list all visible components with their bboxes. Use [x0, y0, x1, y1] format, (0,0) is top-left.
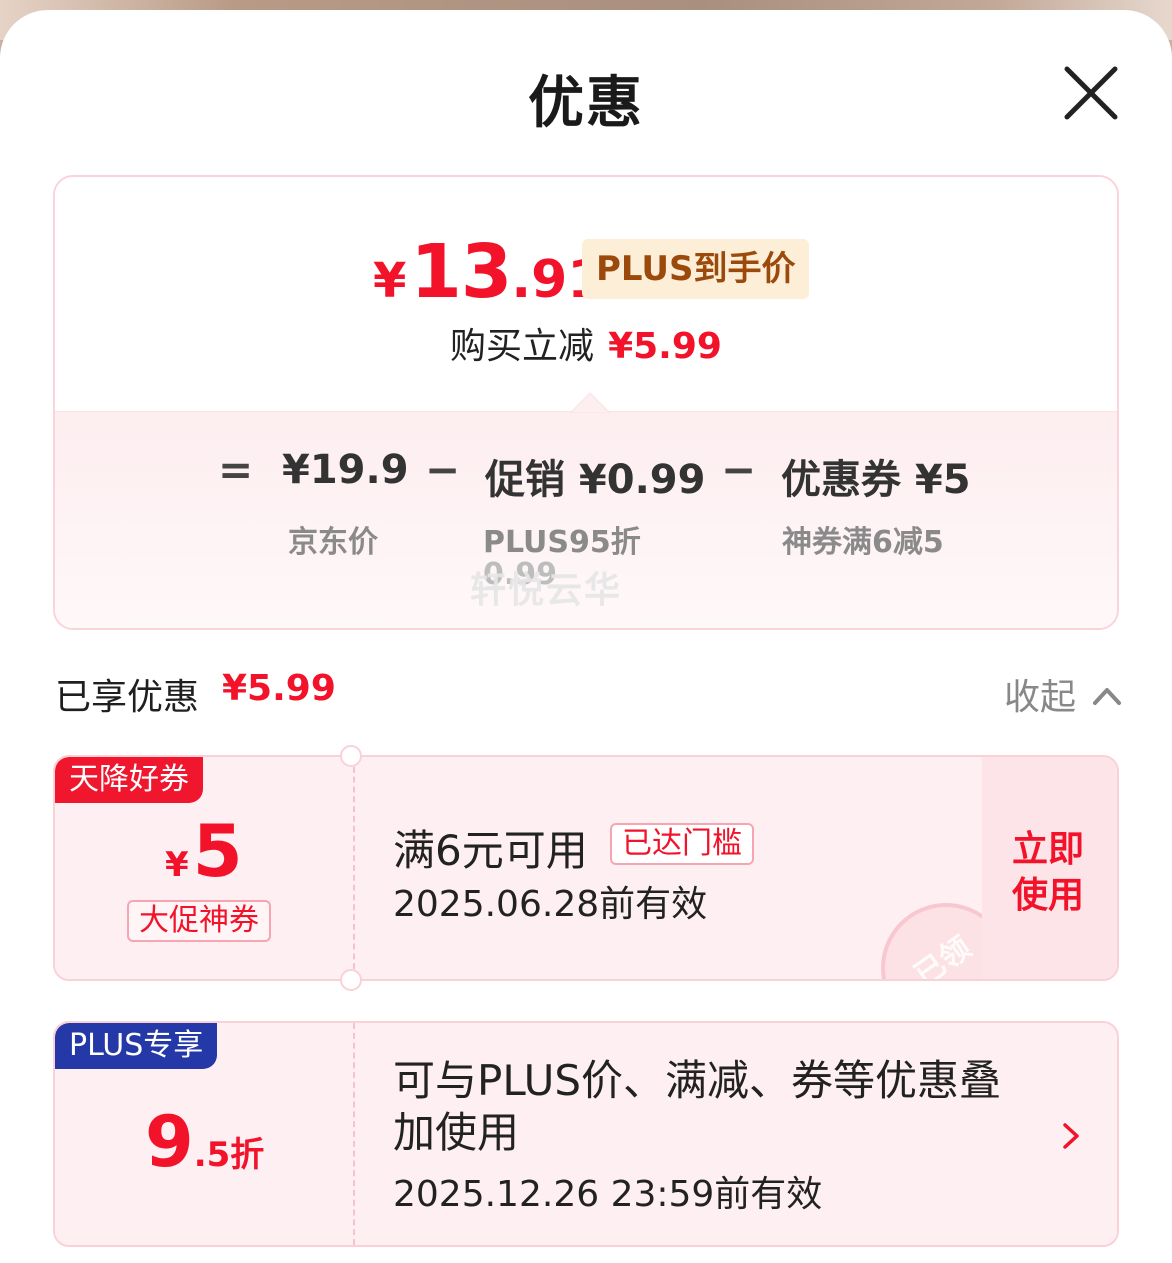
price-summary-card: ¥ 13 .91 PLUS到手价 购买立减 ¥5.99 = ¥19.9 京东价 −…	[53, 175, 1119, 630]
plus-exclusive-tag: PLUS专享	[55, 1023, 218, 1069]
coupon-amount: ¥ 5	[165, 809, 243, 893]
chevron-right-icon[interactable]	[1059, 1121, 1083, 1151]
base-price-label: 京东价	[288, 525, 378, 560]
claimed-stamp-text: 已领	[908, 930, 978, 981]
buy-discount-label: 购买立减	[450, 326, 595, 367]
minus-sign: −	[721, 445, 757, 494]
coupon-condition: 满6元可用	[393, 826, 588, 875]
buy-discount-amount: ¥5.99	[608, 326, 722, 367]
coupon-notch-top	[340, 745, 362, 767]
coupon-card[interactable]: 天降好券 ¥ 5 大促神券 满6元可用 已达门槛 2025.06.28前有效 已…	[53, 755, 1119, 981]
base-price-value: ¥19.9	[282, 447, 409, 493]
promo-label: PLUS95折	[483, 525, 641, 560]
pointer-arrow-icon	[570, 392, 610, 413]
watermark: 轩悦云华	[470, 570, 623, 611]
coupon-corner-tag: 天降好券	[55, 757, 203, 803]
buy-discount-line: 购买立减 ¥5.99	[55, 317, 1117, 369]
price-summary-top: ¥ 13 .91 PLUS到手价 购买立减 ¥5.99	[55, 177, 1117, 412]
chevron-up-icon[interactable]	[1092, 683, 1122, 707]
threshold-met-tag: 已达门槛	[610, 823, 754, 865]
coupon-divider	[353, 757, 355, 979]
page-title: 优惠	[528, 71, 644, 136]
close-icon	[1064, 66, 1118, 120]
use-now-line1: 立即	[1012, 829, 1085, 870]
plus-discount-card[interactable]: PLUS专享 9 .5折 可与PLUS价、满减、券等优惠叠加使用 2025.12…	[53, 1021, 1119, 1247]
enjoyed-discount-amount: ¥5.99	[222, 668, 336, 709]
coupon-type-tag: 大促神券	[127, 900, 271, 942]
final-price: ¥ 13 .91	[373, 229, 604, 315]
discount-expiry: 2025.12.26 23:59前有效	[393, 1174, 823, 1215]
discount-rate: 9 .5折	[145, 1101, 264, 1183]
use-now-label: 立即 使用	[1012, 827, 1102, 919]
price-integer: 13	[410, 229, 512, 315]
coupon-deduct-value: 优惠券 ¥5	[781, 457, 971, 503]
coupon-value: 5	[192, 809, 243, 893]
use-now-button[interactable]: 立即 使用	[982, 757, 1117, 979]
discount-description: 可与PLUS价、满减、券等优惠叠加使用	[393, 1056, 1002, 1157]
minus-sign: −	[425, 445, 461, 494]
collapse-button[interactable]: 收起	[1004, 668, 1076, 720]
coupon-notch-bottom	[340, 969, 362, 991]
promo-value: 促销 ¥0.99	[485, 457, 706, 503]
equals-sign: =	[218, 445, 254, 494]
close-button[interactable]	[1062, 64, 1120, 122]
coupon-currency: ¥	[165, 845, 189, 885]
coupon-expiry: 2025.06.28前有效	[393, 884, 708, 925]
use-now-line2: 使用	[1012, 875, 1085, 916]
plus-price-tag: PLUS到手价	[582, 239, 810, 299]
enjoyed-discount-label: 已享优惠	[55, 677, 200, 718]
discount-rate-main: 9	[145, 1101, 194, 1183]
price-currency: ¥	[373, 253, 407, 309]
coupon-divider	[353, 1023, 355, 1245]
coupon-deduct-label: 神券满6减5	[782, 525, 944, 560]
discount-rate-decimal: .5折	[193, 1135, 265, 1175]
